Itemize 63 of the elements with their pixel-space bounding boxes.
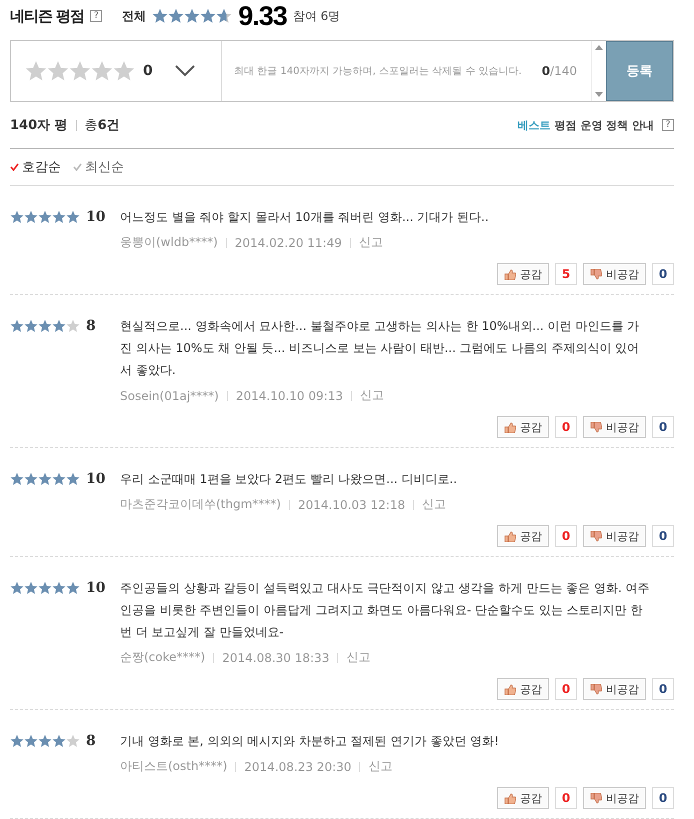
thumbs-down-icon bbox=[590, 268, 602, 280]
review-text: 우리 소군때매 1편을 보았다 2편도 빨리 나왔으면... 디비디로.. bbox=[120, 471, 458, 488]
section-title: 네티즌 평점 bbox=[10, 6, 84, 26]
review-text: 어느정도 별을 줘야 할지 몰라서 10개를 줘버린 영화... 기대가 된다.. bbox=[120, 209, 490, 226]
scope-label: 전체 bbox=[122, 8, 146, 24]
review-text: 현실적으로... 영화속에서 묘사한... 불철주야로 고생하는 의사는 한 10%내외... 이런 마인드를 가진 의사는 10%도 채 안될 듯... 비즈니스로 보는 사람이 태반... 그럼에도 나름의 주제의식이 있어서 좋았다. bbox=[120, 318, 640, 379]
like-count: 5 bbox=[555, 263, 577, 285]
review-text: 주인공들의 상황과 갈등이 설득력있고 대사도 극단적이지 않고 생각을 하게 만드는 좋은 영화. 여주인공을 비롯한 주변인들이 아름답게 그려지고 화면도 아름다워요- 단순할수도 있는 스토리지만 한번 더 보고싶게 잘 만들었네요- bbox=[120, 580, 651, 641]
review-score: 10 bbox=[86, 472, 106, 487]
like-button[interactable]: 공감 bbox=[497, 525, 549, 547]
like-button[interactable]: 공감 bbox=[497, 787, 549, 809]
review-text: 기내 영화로 본, 의외의 메시지와 차분하고 절제된 연기가 좋았던 영화! bbox=[120, 733, 500, 750]
like-count: 0 bbox=[555, 416, 577, 438]
review-date: 2014.10.03 12:18 bbox=[298, 498, 406, 512]
dislike-count: 0 bbox=[652, 787, 674, 809]
review-date: 2014.08.30 18:33 bbox=[222, 650, 330, 664]
average-score: 9.33 bbox=[238, 0, 287, 32]
like-count: 0 bbox=[555, 787, 577, 809]
thumbs-down-icon bbox=[590, 684, 602, 694]
participant-count: 참여 6명 bbox=[292, 8, 340, 24]
total-count: 총6건 bbox=[84, 117, 120, 134]
like-count: 0 bbox=[555, 525, 577, 547]
check-icon bbox=[10, 163, 19, 171]
dislike-count: 0 bbox=[652, 678, 674, 700]
thumbs-up-icon bbox=[504, 268, 516, 280]
policy-link[interactable]: 베스트 평점 운영 정책 안내 bbox=[518, 118, 654, 132]
review-score: 10 bbox=[86, 581, 106, 596]
dislike-button[interactable]: 비공감 bbox=[583, 525, 646, 547]
review-date: 2014.02.20 11:49 bbox=[234, 236, 342, 250]
reviewer-name: Sosein(01aj****) bbox=[120, 388, 219, 402]
help-icon[interactable]: ? bbox=[662, 119, 674, 131]
review-section-title: 140자 평 bbox=[10, 117, 68, 134]
reviewer-name: 웅뽕이(wldb****) bbox=[120, 234, 218, 251]
like-button[interactable]: 공감 bbox=[497, 678, 549, 700]
review-date: 2014.08.23 20:30 bbox=[244, 760, 352, 774]
dislike-button[interactable]: 비공감 bbox=[583, 678, 646, 700]
review-score: 10 bbox=[86, 210, 106, 225]
reviewer-name: 마츠준각코이데쑤(thgm****) bbox=[120, 496, 281, 513]
dislike-count: 0 bbox=[652, 525, 674, 547]
dislike-button[interactable]: 비공감 bbox=[583, 263, 646, 285]
help-icon[interactable]: ? bbox=[90, 10, 102, 22]
dislike-count: 0 bbox=[652, 416, 674, 438]
like-button[interactable]: 공감 bbox=[497, 263, 549, 285]
thumbs-up-icon bbox=[504, 530, 516, 542]
review-date: 2014.10.10 09:13 bbox=[236, 388, 343, 402]
check-icon bbox=[73, 163, 82, 171]
thumbs-up-icon bbox=[504, 792, 516, 804]
dislike-count: 0 bbox=[652, 263, 674, 285]
review-score: 8 bbox=[86, 319, 97, 334]
review-score: 8 bbox=[86, 734, 97, 749]
sort-option[interactable]: 최신순 bbox=[73, 158, 124, 176]
thumbs-up-icon bbox=[504, 684, 516, 694]
like-button[interactable]: 공감 bbox=[497, 416, 549, 438]
dislike-button[interactable]: 비공감 bbox=[583, 787, 646, 809]
thumbs-down-icon bbox=[590, 530, 602, 542]
thumbs-up-icon bbox=[504, 422, 516, 432]
thumbs-down-icon bbox=[590, 792, 602, 804]
sort-option[interactable]: 호감순 bbox=[10, 158, 61, 176]
reviewer-name: 아티스트(osth****) bbox=[120, 758, 228, 775]
like-count: 0 bbox=[555, 678, 577, 700]
reviewer-name: 순짱(coke****) bbox=[120, 649, 206, 666]
dislike-button[interactable]: 비공감 bbox=[583, 416, 646, 438]
thumbs-down-icon bbox=[590, 422, 602, 432]
